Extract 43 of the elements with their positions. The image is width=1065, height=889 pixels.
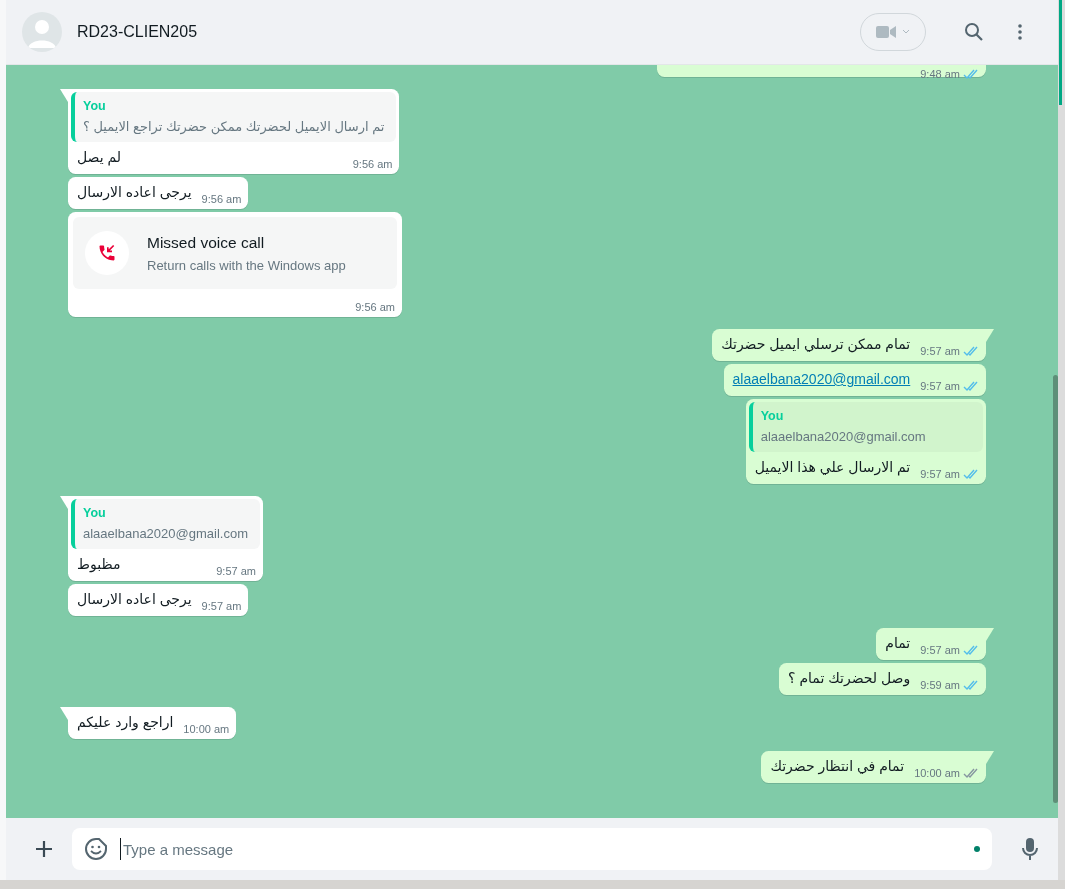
scrollbar-thumb[interactable] <box>1053 375 1058 803</box>
quote-author: You <box>83 506 107 520</box>
quote-text: alaaelbana2020@gmail.com <box>760 429 927 444</box>
message-time: 9:57 am <box>920 345 960 357</box>
dot-icon <box>974 846 980 852</box>
video-camera-icon <box>876 25 896 39</box>
call-title: Missed voice call <box>147 233 266 252</box>
contact-name[interactable]: RD23-CLIEN205 <box>77 23 860 41</box>
quote-author: You <box>83 99 107 113</box>
message-time: 9:57 am <box>920 644 960 656</box>
message-time: 9:48 am <box>920 68 960 80</box>
message-time: 9:56 am <box>355 301 395 313</box>
message-text: اراجع وارد عليكم <box>77 713 174 732</box>
quoted-message[interactable]: You alaaelbana2020@gmail.com <box>71 499 260 549</box>
message-time: 9:56 am <box>201 193 242 205</box>
message-time: 9:56 am <box>352 158 393 170</box>
message-time: 9:57 am <box>920 380 960 392</box>
message-text: يرجى اعاده الارسال <box>77 590 192 609</box>
message-text: لم يصل <box>77 148 122 167</box>
message-text: تم الارسال علي هذا الايميل <box>754 458 911 477</box>
quoted-message[interactable]: You alaaelbana2020@gmail.com <box>748 402 983 452</box>
chevron-down-icon <box>902 29 910 35</box>
quote-text: تم ارسال الايميل لحضرتك ممكن حضرتك تراجع الايميل ؟ <box>83 119 385 134</box>
email-link[interactable]: alaaelbana2020@gmail.com <box>732 370 911 389</box>
message-text: مظبوط <box>77 555 121 574</box>
message-time: 10:00 am <box>183 723 230 735</box>
sticker-icon[interactable] <box>84 837 108 861</box>
message-text: تمام ممكن ترسلي ايميل حضرتك <box>721 335 911 354</box>
message-field[interactable]: Type a message <box>72 828 992 870</box>
message-text: وصل لحضرتك تمام ؟ <box>788 669 911 688</box>
quote-author: You <box>760 409 785 423</box>
message-text: تمام في انتظار حضرتك <box>770 757 905 776</box>
message-time: 9:59 am <box>920 679 960 691</box>
quote-text: alaaelbana2020@gmail.com <box>83 526 248 541</box>
call-subtitle: Return calls with the Windows app <box>147 257 346 273</box>
message-text: يرجى اعاده الارسال <box>77 183 192 202</box>
message-time: 9:57 am <box>201 600 242 612</box>
message-text: تمام <box>885 634 911 653</box>
missed-call-icon <box>85 231 129 275</box>
message-time: 9:57 am <box>920 468 960 480</box>
message-time: 10:00 am <box>914 767 960 779</box>
message-time: 9:57 am <box>216 565 256 577</box>
message-input[interactable]: Type a message <box>120 838 962 860</box>
